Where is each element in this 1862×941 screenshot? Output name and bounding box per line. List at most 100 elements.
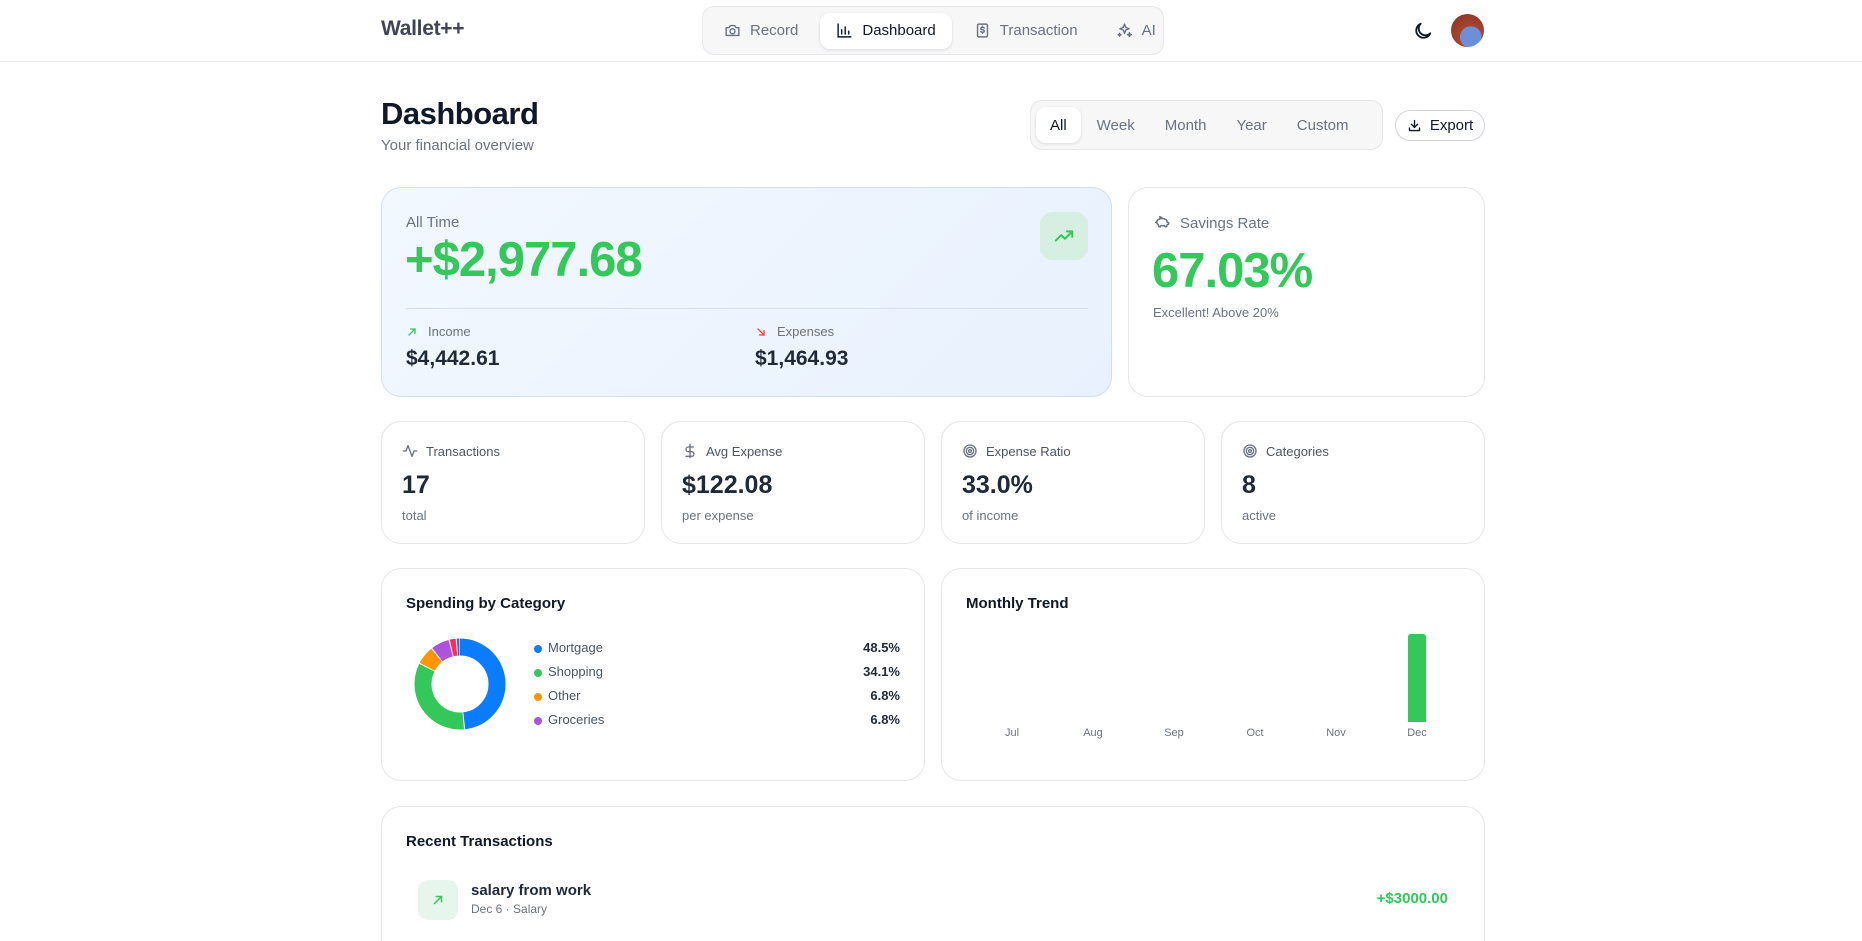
app-logo[interactable]: Wallet++ (381, 17, 465, 41)
stat-note: of income (962, 508, 1019, 523)
transaction-meta: Dec 6 · Salary (471, 902, 548, 916)
stat-value: 17 (402, 471, 430, 499)
period-label: All Time (406, 214, 460, 231)
range-week[interactable]: Week (1083, 107, 1149, 143)
activity-icon (402, 445, 418, 457)
expenses-label: Expenses (755, 324, 834, 339)
arrow-up-right-icon (408, 327, 416, 336)
stat-note: per expense (682, 508, 754, 523)
stat-label: Expense Ratio (962, 443, 1071, 459)
moon-icon[interactable] (1412, 20, 1434, 42)
export-label: Export (1429, 117, 1474, 134)
nav-transaction-label: Transaction (999, 22, 1078, 39)
time-range-selector: All Week Month Year Custom (1030, 100, 1383, 150)
legend-name: Mortgage (548, 640, 603, 655)
legend-name: Other (548, 688, 581, 703)
range-month[interactable]: Month (1151, 107, 1221, 143)
page-title: Dashboard (381, 96, 539, 131)
stat-card-transactions: Transactions 17 total (381, 421, 645, 544)
income-value: $4,442.61 (406, 347, 500, 370)
range-year[interactable]: Year (1222, 107, 1280, 143)
target-icon (963, 444, 977, 458)
x-tick-label: Jul (1004, 727, 1020, 739)
savings-note: Excellent! Above 20% (1153, 305, 1279, 320)
x-tick-label: Oct (1246, 727, 1264, 739)
stat-note: active (1242, 508, 1276, 523)
legend-dot (534, 645, 542, 653)
nav-ai[interactable]: AI (1100, 13, 1172, 49)
stat-note: total (402, 508, 427, 523)
monthly-trend-chart: Jul Aug Sep Oct Nov Dec (942, 569, 1486, 782)
stat-label-text: Categories (1266, 443, 1329, 459)
bar-chart-icon (837, 23, 852, 38)
divider (406, 308, 1088, 309)
recent-transactions-card: Recent Transactions salary from work Dec… (381, 806, 1485, 941)
dollar-icon (685, 443, 695, 459)
transaction-name[interactable]: salary from work (471, 882, 591, 899)
main-nav: Record Dashboard Transaction AI (702, 6, 1164, 55)
export-button[interactable]: Export (1395, 110, 1485, 141)
x-tick-label: Aug (1083, 727, 1103, 739)
legend-name: Shopping (548, 664, 603, 679)
stat-card-avg-expense: Avg Expense $122.08 per expense (661, 421, 925, 544)
savings-label-text: Savings Rate (1180, 214, 1270, 232)
sparkles-icon (1116, 23, 1132, 38)
legend-pct: 6.8% (870, 688, 900, 703)
legend-name: Groceries (548, 712, 605, 727)
stat-value: 8 (1242, 471, 1256, 499)
nav-record-label: Record (750, 22, 799, 39)
x-tick-label: Dec (1407, 727, 1427, 739)
avatar[interactable] (1451, 14, 1484, 47)
trend-badge (1040, 212, 1088, 260)
target-icon (1243, 444, 1257, 458)
stat-value: 33.0% (962, 471, 1033, 499)
transaction-type-icon (418, 880, 458, 920)
piggy-bank-icon (1154, 215, 1170, 228)
x-tick-label: Nov (1326, 727, 1346, 739)
stat-label: Transactions (402, 443, 500, 459)
receipt-icon (976, 23, 988, 38)
stat-label: Avg Expense (682, 443, 782, 459)
expenses-label-text: Expenses (777, 324, 835, 339)
legend-pct: 34.1% (863, 664, 900, 679)
nav-dashboard-label: Dashboard (862, 22, 936, 39)
legend-item: Shopping 34.1% (534, 664, 900, 688)
stat-label-text: Transactions (426, 443, 500, 459)
nav-record[interactable]: Record (708, 13, 814, 49)
card-title: Recent Transactions (406, 833, 553, 850)
stat-card-categories: Categories 8 active (1221, 421, 1485, 544)
stat-label-text: Expense Ratio (986, 443, 1071, 459)
legend-dot (534, 693, 542, 701)
savings-rate-card: Savings Rate 67.03% Excellent! Above 20% (1128, 187, 1485, 397)
category-legend: Mortgage 48.5% Shopping 34.1% Other 6.8%… (534, 640, 900, 736)
legend-dot (534, 669, 542, 677)
legend-pct: 6.8% (870, 712, 900, 727)
legend-pct: 48.5% (863, 640, 900, 655)
income-label-text: Income (428, 324, 471, 339)
monthly-trend-card: Monthly Trend Jul Aug Sep Oct Nov Dec (941, 568, 1485, 781)
stat-card-expense-ratio: Expense Ratio 33.0% of income (941, 421, 1205, 544)
range-custom[interactable]: Custom (1283, 107, 1363, 143)
savings-label: Savings Rate (1153, 214, 1269, 232)
spending-by-category-card: Spending by Category Mortgage 48.5% Shop… (381, 568, 925, 781)
camera-icon (725, 24, 740, 37)
top-nav-bar: Wallet++ Record Dashboard Transaction AI (0, 0, 1862, 62)
x-tick-label: Sep (1164, 727, 1184, 739)
legend-item: Other 6.8% (534, 688, 900, 712)
stat-label: Categories (1242, 443, 1329, 459)
bar-dec (1408, 634, 1426, 722)
legend-item: Mortgage 48.5% (534, 640, 900, 664)
net-balance-value: +$2,977.68 (405, 233, 643, 287)
nav-dashboard[interactable]: Dashboard (820, 12, 952, 49)
legend-dot (534, 717, 542, 725)
nav-transaction[interactable]: Transaction (958, 13, 1094, 49)
range-all[interactable]: All (1036, 107, 1081, 143)
legend-item: Groceries 6.8% (534, 712, 900, 736)
download-icon (1408, 119, 1420, 132)
income-label: Income (406, 324, 471, 339)
transaction-amount: +$3000.00 (1376, 890, 1448, 907)
expenses-value: $1,464.93 (755, 347, 849, 370)
page-subtitle: Your financial overview (381, 137, 534, 154)
savings-rate-value: 67.03% (1152, 244, 1313, 298)
category-donut-chart (414, 638, 506, 730)
